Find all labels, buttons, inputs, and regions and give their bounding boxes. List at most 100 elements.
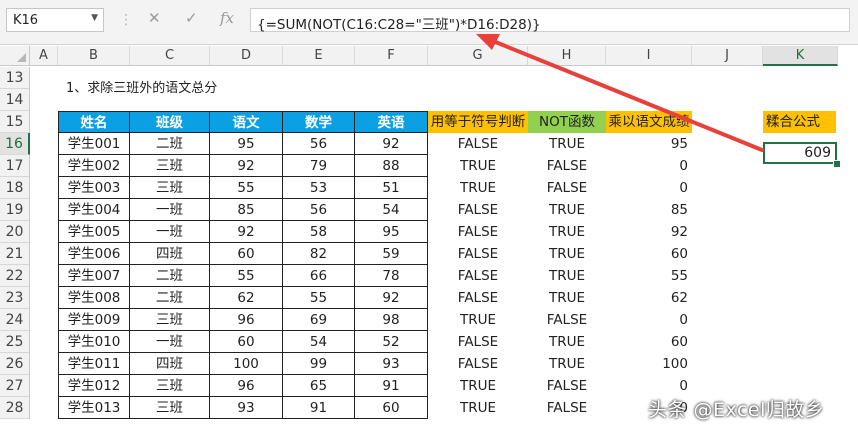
table-cell[interactable]: 三班 <box>130 155 210 177</box>
column-header-c[interactable]: C <box>130 46 210 66</box>
row-header-23[interactable]: 23 <box>0 287 30 309</box>
table-cell[interactable]: 学生007 <box>58 265 130 287</box>
row-header-18[interactable]: 18 <box>0 177 30 199</box>
table-cell[interactable]: 78 <box>355 265 428 287</box>
table-cell[interactable]: 0 <box>606 309 692 331</box>
table-cell[interactable]: 88 <box>355 155 428 177</box>
table-cell[interactable]: 学生006 <box>58 243 130 265</box>
table-cell[interactable]: FALSE <box>528 375 606 397</box>
row-header-19[interactable]: 19 <box>0 199 30 221</box>
table-cell[interactable]: 四班 <box>130 243 210 265</box>
row-header-15[interactable]: 15 <box>0 111 30 133</box>
table-cell[interactable]: 59 <box>355 243 428 265</box>
column-header-f[interactable]: F <box>355 46 428 66</box>
table-cell[interactable]: 58 <box>283 221 355 243</box>
table-cell[interactable]: TRUE <box>428 177 528 199</box>
table-cell[interactable]: 62 <box>606 287 692 309</box>
table-cell[interactable]: 79 <box>283 155 355 177</box>
table-cell[interactable]: 85 <box>210 199 283 221</box>
table-cell[interactable]: 96 <box>210 309 283 331</box>
table-cell[interactable]: 93 <box>355 353 428 375</box>
table-cell[interactable]: TRUE <box>528 353 606 375</box>
table-cell[interactable]: FALSE <box>528 155 606 177</box>
table-cell[interactable]: FALSE <box>428 133 528 155</box>
row-header-13[interactable]: 13 <box>0 67 30 89</box>
table-cell[interactable]: 69 <box>283 309 355 331</box>
table-cell[interactable]: 92 <box>210 155 283 177</box>
table-cell[interactable]: 62 <box>210 287 283 309</box>
row-header-20[interactable]: 20 <box>0 221 30 243</box>
table-cell[interactable]: 四班 <box>130 353 210 375</box>
table-cell[interactable]: FALSE <box>428 243 528 265</box>
table-cell[interactable]: 60 <box>355 397 428 419</box>
table-cell[interactable]: 99 <box>283 353 355 375</box>
row-header-16[interactable]: 16 <box>0 133 30 155</box>
table-cell[interactable]: 三班 <box>130 397 210 419</box>
table-cell[interactable]: 学生002 <box>58 155 130 177</box>
table-cell[interactable]: 学生003 <box>58 177 130 199</box>
table-cell[interactable]: TRUE <box>528 287 606 309</box>
table-cell[interactable]: 98 <box>355 309 428 331</box>
table-cell[interactable]: 60 <box>606 243 692 265</box>
table-cell[interactable]: 54 <box>283 331 355 353</box>
row-header-21[interactable]: 21 <box>0 243 30 265</box>
column-header-i[interactable]: I <box>606 46 692 66</box>
table-cell[interactable]: TRUE <box>528 133 606 155</box>
table-cell[interactable]: 学生013 <box>58 397 130 419</box>
table-cell[interactable]: 学生004 <box>58 199 130 221</box>
table-cell[interactable]: 92 <box>606 221 692 243</box>
table-cell[interactable]: 100 <box>210 353 283 375</box>
table-cell[interactable]: 92 <box>210 221 283 243</box>
table-cell[interactable]: 三班 <box>130 177 210 199</box>
table-cell[interactable]: FALSE <box>528 309 606 331</box>
table-cell[interactable]: 55 <box>283 287 355 309</box>
confirm-icon[interactable]: ✓ <box>185 9 198 27</box>
table-cell[interactable]: 60 <box>606 331 692 353</box>
table-cell[interactable]: 0 <box>606 177 692 199</box>
table-cell[interactable]: TRUE <box>528 243 606 265</box>
fill-handle[interactable] <box>833 160 841 168</box>
table-cell[interactable]: 学生012 <box>58 375 130 397</box>
table-cell[interactable]: 55 <box>606 265 692 287</box>
column-header-h[interactable]: H <box>528 46 606 66</box>
table-cell[interactable]: 92 <box>355 133 428 155</box>
column-header-e[interactable]: E <box>283 46 355 66</box>
table-cell[interactable]: 学生010 <box>58 331 130 353</box>
formula-input[interactable]: {=SUM(NOT(C16:C28="三班")*D16:D28)} <box>250 8 850 33</box>
table-cell[interactable]: TRUE <box>428 309 528 331</box>
formula-bar-grip[interactable]: ⋮ <box>119 12 133 28</box>
table-cell[interactable]: 95 <box>606 133 692 155</box>
row-header-25[interactable]: 25 <box>0 331 30 353</box>
table-cell[interactable]: 学生009 <box>58 309 130 331</box>
table-cell[interactable]: 一班 <box>130 221 210 243</box>
table-cell[interactable]: 三班 <box>130 375 210 397</box>
table-cell[interactable]: FALSE <box>428 265 528 287</box>
row-header-22[interactable]: 22 <box>0 265 30 287</box>
table-cell[interactable]: 54 <box>355 199 428 221</box>
select-all-corner[interactable] <box>0 46 30 66</box>
table-cell[interactable]: 93 <box>210 397 283 419</box>
selected-cell-k16[interactable]: 609 <box>763 142 837 164</box>
table-cell[interactable]: 92 <box>355 287 428 309</box>
column-header-g[interactable]: G <box>428 46 528 66</box>
table-cell[interactable]: 82 <box>283 243 355 265</box>
table-cell[interactable]: 0 <box>606 375 692 397</box>
table-cell[interactable]: 60 <box>210 331 283 353</box>
column-header-d[interactable]: D <box>210 46 283 66</box>
table-cell[interactable]: 二班 <box>130 287 210 309</box>
table-cell[interactable]: 56 <box>283 133 355 155</box>
table-cell[interactable]: TRUE <box>428 155 528 177</box>
table-cell[interactable]: 学生011 <box>58 353 130 375</box>
table-cell[interactable]: TRUE <box>428 397 528 419</box>
table-cell[interactable]: TRUE <box>528 199 606 221</box>
table-cell[interactable]: 二班 <box>130 265 210 287</box>
table-cell[interactable]: 95 <box>210 133 283 155</box>
table-cell[interactable]: 55 <box>210 265 283 287</box>
table-cell[interactable]: FALSE <box>428 199 528 221</box>
column-header-k[interactable]: K <box>763 46 838 66</box>
table-cell[interactable]: TRUE <box>528 265 606 287</box>
row-header-14[interactable]: 14 <box>0 89 30 111</box>
table-cell[interactable]: 55 <box>210 177 283 199</box>
table-cell[interactable]: 91 <box>355 375 428 397</box>
row-header-17[interactable]: 17 <box>0 155 30 177</box>
